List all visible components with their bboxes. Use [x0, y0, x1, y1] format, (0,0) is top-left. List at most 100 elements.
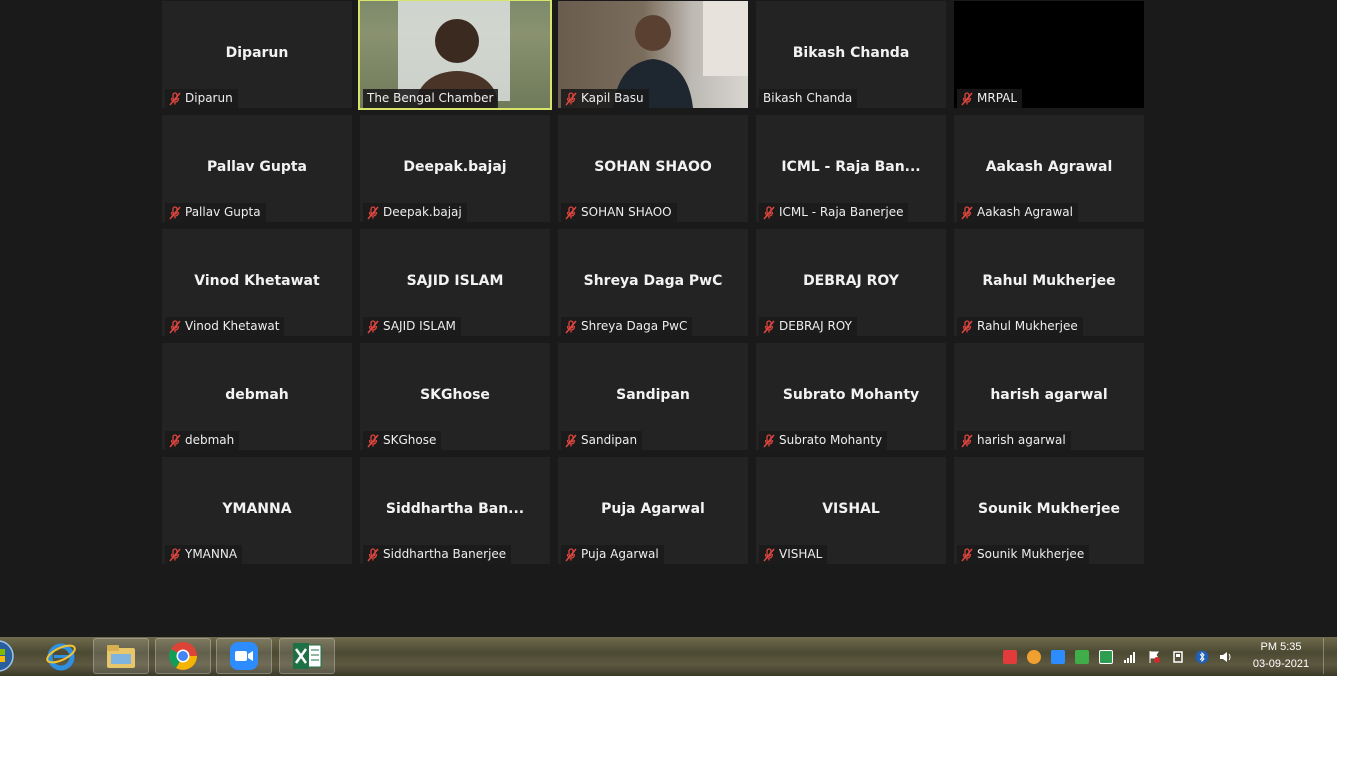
- mic-muted-icon: [763, 319, 775, 333]
- participant-tile[interactable]: VISHAL VISHAL: [756, 457, 946, 564]
- participant-tile[interactable]: Aakash Agrawal Aakash Agrawal: [954, 115, 1144, 222]
- mic-muted-icon: [565, 547, 577, 561]
- participant-name-label: Sounik Mukherjee: [957, 545, 1090, 564]
- participant-name-text: Sandipan: [581, 433, 638, 447]
- participant-tile[interactable]: SOHAN SHAOO SOHAN SHAOO: [558, 115, 748, 222]
- excel-icon: [293, 643, 322, 669]
- participant-name-label: Pallav Gupta: [165, 203, 266, 222]
- participant-name-label: Siddhartha Banerjee: [363, 545, 512, 564]
- taskbar-chrome[interactable]: [155, 638, 211, 674]
- participant-tile[interactable]: Sounik Mukherjee Sounik Mukherjee: [954, 457, 1144, 564]
- clock-time: PM 5:35: [1260, 641, 1302, 653]
- participant-tile[interactable]: Sandipan Sandipan: [558, 343, 748, 450]
- usb-device-icon[interactable]: [1171, 650, 1185, 664]
- mic-muted-icon: [169, 91, 181, 105]
- participant-name-text: Shreya Daga PwC: [581, 319, 688, 333]
- participant-tile[interactable]: debmah debmah: [162, 343, 352, 450]
- taskbar-zoom[interactable]: [216, 638, 272, 674]
- participant-tile[interactable]: MRPAL: [954, 1, 1144, 108]
- participant-name-text: Pallav Gupta: [185, 205, 261, 219]
- participant-tile[interactable]: The Bengal Chamber: [358, 0, 552, 110]
- zoom-tray-icon[interactable]: [1051, 650, 1065, 664]
- participant-tile[interactable]: SAJID ISLAM SAJID ISLAM: [360, 229, 550, 336]
- participant-display-name: SKGhose: [420, 387, 490, 403]
- participant-name-text: SOHAN SHAOO: [581, 205, 672, 219]
- participant-tile[interactable]: Deepak.bajaj Deepak.bajaj: [360, 115, 550, 222]
- participant-name-label: ICML - Raja Banerjee: [759, 203, 909, 222]
- participant-name-label: Vinod Khetawat: [165, 317, 285, 336]
- mic-muted-icon: [367, 433, 379, 447]
- participant-name-text: harish agarwal: [977, 433, 1066, 447]
- participant-name-label: SOHAN SHAOO: [561, 203, 677, 222]
- zoom-icon: [230, 642, 258, 670]
- anydesk-icon[interactable]: [1003, 650, 1017, 664]
- network-signal-icon[interactable]: [1123, 650, 1137, 664]
- participant-tile[interactable]: Rahul Mukherjee Rahul Mukherjee: [954, 229, 1144, 336]
- mic-muted-icon: [169, 547, 181, 561]
- show-desktop-button[interactable]: [1323, 638, 1336, 674]
- participant-name-label: VISHAL: [759, 545, 828, 564]
- participant-tile[interactable]: Pallav Gupta Pallav Gupta: [162, 115, 352, 222]
- participant-name-text: Deepak.bajaj: [383, 205, 462, 219]
- participant-tile[interactable]: Shreya Daga PwC Shreya Daga PwC: [558, 229, 748, 336]
- participant-tile[interactable]: Diparun Diparun: [162, 1, 352, 108]
- participant-name-text: Siddhartha Banerjee: [383, 547, 507, 561]
- participant-tile[interactable]: harish agarwal harish agarwal: [954, 343, 1144, 450]
- participant-display-name: Subrato Mohanty: [782, 387, 920, 403]
- update-icon[interactable]: [1027, 650, 1041, 664]
- participant-tile[interactable]: DEBRAJ ROY DEBRAJ ROY: [756, 229, 946, 336]
- participant-name-text: SKGhose: [383, 433, 437, 447]
- participant-tile[interactable]: SKGhose SKGhose: [360, 343, 550, 450]
- taskbar-file-explorer[interactable]: [93, 638, 149, 674]
- participant-name-text: Vinod Khetawat: [185, 319, 280, 333]
- participant-name-label: Rahul Mukherjee: [957, 317, 1083, 336]
- participant-name-label: Puja Agarwal: [561, 545, 664, 564]
- bluetooth-icon[interactable]: [1195, 650, 1209, 664]
- participant-display-name: Vinod Khetawat: [194, 273, 320, 289]
- participant-tile[interactable]: Vinod Khetawat Vinod Khetawat: [162, 229, 352, 336]
- participant-name-label: Aakash Agrawal: [957, 203, 1078, 222]
- volume-icon[interactable]: [1219, 650, 1233, 664]
- mic-muted-icon: [169, 319, 181, 333]
- excel-tray-icon[interactable]: [1075, 650, 1089, 664]
- participant-name-text: YMANNA: [185, 547, 238, 561]
- participant-name-label: The Bengal Chamber: [363, 89, 499, 108]
- participant-tile[interactable]: Subrato Mohanty Subrato Mohanty: [756, 343, 946, 450]
- participant-name-text: Rahul Mukherjee: [977, 319, 1078, 333]
- participant-name-label: Deepak.bajaj: [363, 203, 467, 222]
- participant-display-name: harish agarwal: [990, 387, 1108, 403]
- start-button[interactable]: [0, 638, 18, 674]
- participant-tile[interactable]: Bikash Chanda Bikash Chanda: [756, 1, 946, 108]
- taskbar-internet-explorer[interactable]: [33, 638, 89, 674]
- participant-display-name: Diparun: [225, 45, 289, 61]
- mic-muted-icon: [961, 547, 973, 561]
- system-tray: [1003, 650, 1233, 664]
- participant-name-text: SAJID ISLAM: [383, 319, 456, 333]
- mic-muted-icon: [169, 205, 181, 219]
- participant-display-name: Puja Agarwal: [601, 501, 705, 517]
- participant-tile[interactable]: ICML - Raja Ban... ICML - Raja Banerjee: [756, 115, 946, 222]
- participant-name-label: Subrato Mohanty: [759, 431, 888, 450]
- participant-name-text: Diparun: [185, 91, 233, 105]
- mic-muted-icon: [763, 547, 775, 561]
- participant-display-name: YMANNA: [222, 501, 292, 517]
- participant-tile[interactable]: YMANNA YMANNA: [162, 457, 352, 564]
- taskbar-excel[interactable]: [279, 638, 335, 674]
- participant-tile[interactable]: Siddhartha Ban... Siddhartha Banerjee: [360, 457, 550, 564]
- mic-muted-icon: [565, 205, 577, 219]
- participant-name-text: Sounik Mukherjee: [977, 547, 1085, 561]
- system-clock[interactable]: PM 5:35 03-09-2021: [1244, 639, 1318, 673]
- mic-muted-icon: [961, 319, 973, 333]
- participant-tile[interactable]: Puja Agarwal Puja Agarwal: [558, 457, 748, 564]
- mic-muted-icon: [565, 91, 577, 105]
- antivirus-icon[interactable]: [1099, 650, 1113, 664]
- screen-edge: [1337, 0, 1366, 768]
- participant-name-label: debmah: [165, 431, 240, 450]
- participant-display-name: Bikash Chanda: [792, 45, 910, 61]
- participant-tile[interactable]: Kapil Basu: [558, 1, 748, 108]
- action-center-flag-icon[interactable]: [1147, 650, 1161, 664]
- participant-name-text: Bikash Chanda: [763, 91, 853, 105]
- participant-name-label: Shreya Daga PwC: [561, 317, 693, 336]
- participant-name-text: MRPAL: [977, 91, 1018, 105]
- participant-display-name: Aakash Agrawal: [985, 159, 1113, 175]
